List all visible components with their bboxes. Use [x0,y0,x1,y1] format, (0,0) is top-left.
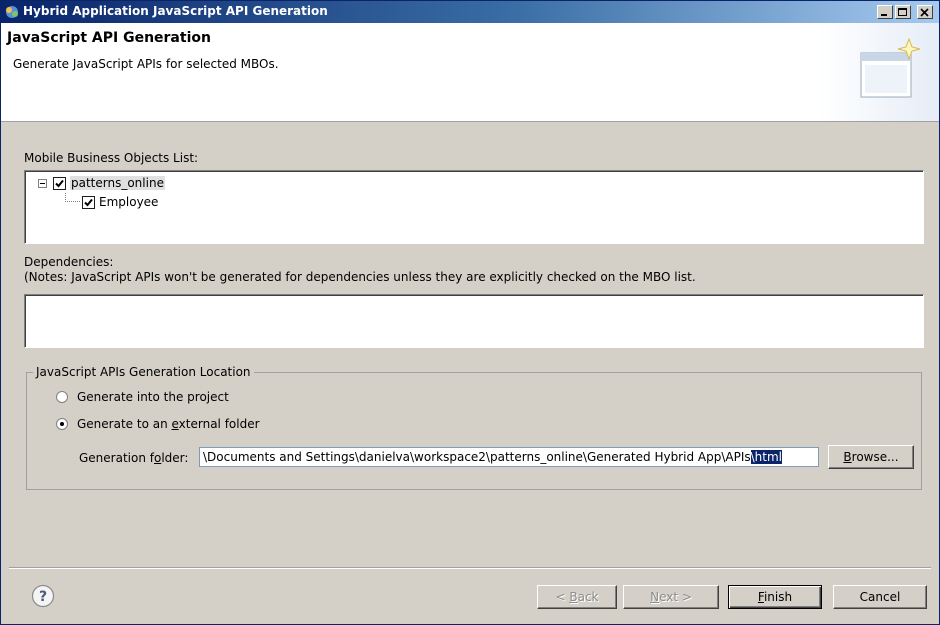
dependencies-list[interactable] [24,294,924,348]
page-title: JavaScript API Generation [7,30,211,46]
employee-checkbox[interactable] [82,195,95,209]
browse-button[interactable]: Browse... [828,445,914,469]
generate-into-project-label[interactable]: Generate into the project [77,390,229,404]
checkmark-icon [84,198,93,206]
help-icon[interactable]: ? [31,584,55,608]
wizard-banner-icon [860,37,921,98]
generation-folder-label: Generation folder: [79,451,189,465]
finish-button[interactable]: Finish [728,585,822,609]
checkmark-icon [55,179,64,187]
footer-separator [9,567,931,569]
dependencies-label: Dependencies: [24,255,114,269]
next-button: Next > [623,585,719,609]
tree-node-employee[interactable]: Employee [82,193,158,211]
tree-node-label: Employee [99,195,159,209]
window-title: Hybrid Application JavaScript API Genera… [23,4,328,18]
tree-connector [65,193,80,202]
dialog-window: Hybrid Application JavaScript API Genera… [0,0,940,625]
dependencies-note: (Notes: JavaScript APIs won't be generat… [24,270,696,284]
back-button: < Back [537,585,617,609]
minimize-button[interactable] [877,5,893,19]
generation-folder-input[interactable]: \Documents and Settings\danielva\workspa… [199,447,819,467]
generate-external-folder-radio[interactable] [56,418,68,430]
cancel-button[interactable]: Cancel [833,585,927,609]
tree-node-patterns-online[interactable]: patterns_online [38,174,165,192]
patterns-online-checkbox[interactable] [53,176,66,190]
wizard-header: JavaScript API Generation Generate JavaS… [1,23,939,122]
generate-into-project-radio[interactable] [56,391,68,403]
app-icon [6,6,18,18]
maximize-button[interactable] [895,5,911,19]
folder-path-selection: \html [750,450,782,464]
folder-path-text: \Documents and Settings\danielva\workspa… [203,450,751,464]
maximize-icon [898,8,907,16]
collapse-icon[interactable] [38,178,47,188]
close-button[interactable] [917,5,933,19]
page-description: Generate JavaScript APIs for selected MB… [13,57,279,71]
title-bar[interactable]: Hybrid Application JavaScript API Genera… [1,1,939,23]
svg-text:?: ? [39,589,47,605]
mbo-list-label: Mobile Business Objects List: [24,151,199,165]
minimize-icon [881,14,887,16]
generate-external-folder-label[interactable]: Generate to an external folder [77,417,260,431]
group-title: JavaScript APIs Generation Location [33,365,254,379]
tree-node-label: patterns_online [70,176,165,190]
mbo-tree[interactable]: patterns_online Employee [24,170,924,244]
close-icon [920,8,929,17]
